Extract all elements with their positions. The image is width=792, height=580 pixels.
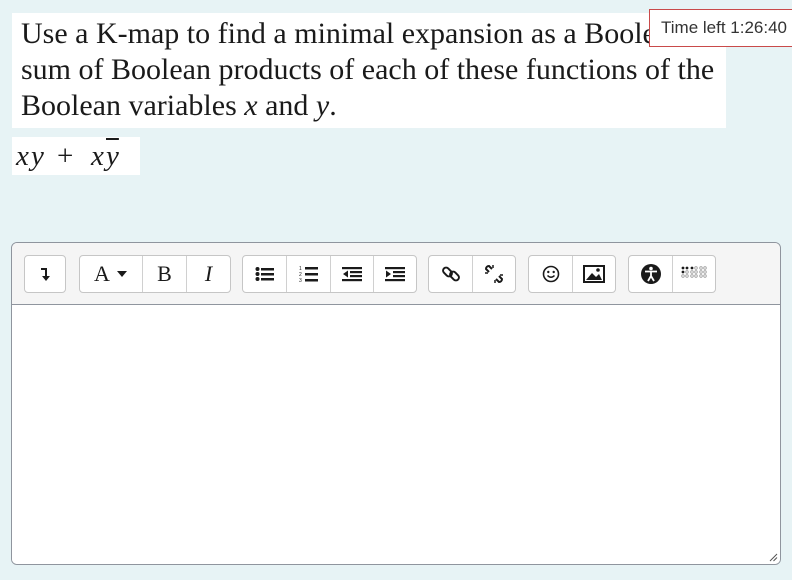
bold-button[interactable]: B <box>143 256 187 292</box>
screenreader-helper-icon <box>681 266 707 278</box>
resize-grip-icon[interactable] <box>768 552 778 562</box>
toolbar-group-lists: 1 2 3 <box>242 255 417 293</box>
indent-button[interactable] <box>374 256 416 292</box>
font-style-label: A <box>94 261 110 286</box>
boolean-expression: x y + x y <box>12 137 140 175</box>
bullet-list-button[interactable] <box>243 256 287 292</box>
font-style-dropdown[interactable]: A <box>80 256 143 292</box>
toolbar-group-style: A B I <box>79 255 231 293</box>
screenreader-helper-button[interactable] <box>673 256 715 292</box>
collapse-button[interactable] <box>25 256 65 292</box>
outdent-icon <box>342 267 362 282</box>
editor-toolbar: A B I 1 2 3 <box>12 243 780 305</box>
question-line-3: Boolean variables x and y. <box>21 88 726 124</box>
expr-term-y-complement: y <box>106 140 119 172</box>
expr-term-y1: y <box>31 140 44 172</box>
toolbar-group-links <box>428 255 516 293</box>
variable-x: x <box>244 89 258 122</box>
smiley-icon <box>542 265 559 283</box>
variable-y: y <box>315 89 330 122</box>
unlink-icon <box>484 264 504 284</box>
expr-term-x1: x <box>16 140 29 172</box>
link-icon <box>441 266 460 282</box>
question-text: Use a K-map to find a minimal expansion … <box>21 16 726 124</box>
link-button[interactable] <box>429 256 473 292</box>
expr-plus: + <box>57 140 74 172</box>
answer-editor: A B I 1 2 3 <box>11 242 781 565</box>
svg-text:3: 3 <box>299 278 302 283</box>
question-and-word: and <box>257 89 316 122</box>
unlink-button[interactable] <box>473 256 515 292</box>
editor-content-area[interactable] <box>12 305 780 564</box>
collapse-icon <box>41 268 50 281</box>
question-line-3-start: Boolean variables <box>21 89 245 122</box>
image-button[interactable] <box>573 256 615 292</box>
numbered-list-button[interactable]: 1 2 3 <box>287 256 331 292</box>
emoji-button[interactable] <box>529 256 573 292</box>
question-line-2: sum of Boolean products of each of these… <box>21 53 715 86</box>
toolbar-group-media <box>528 255 616 293</box>
image-icon <box>583 265 605 283</box>
accessibility-icon <box>640 264 661 284</box>
numbered-list-icon: 1 2 3 <box>299 266 318 283</box>
time-left-indicator: Time left 1:26:40 <box>649 9 792 47</box>
expr-term-x2: x <box>91 140 104 172</box>
bullet-list-icon <box>255 267 274 281</box>
question-text-box: Use a K-map to find a minimal expansion … <box>12 13 726 128</box>
outdent-button[interactable] <box>331 256 374 292</box>
font-color-dropdown-icon <box>116 271 127 277</box>
toolbar-group-accessibility <box>628 255 716 293</box>
italic-button[interactable]: I <box>187 256 230 292</box>
question-line-1: Use a K-map to find a minimal expansion … <box>21 17 685 50</box>
indent-icon <box>385 267 405 282</box>
toolbar-group-collapse <box>24 255 66 293</box>
accessibility-checker-button[interactable] <box>629 256 673 292</box>
question-line-3-end: . <box>329 89 337 122</box>
